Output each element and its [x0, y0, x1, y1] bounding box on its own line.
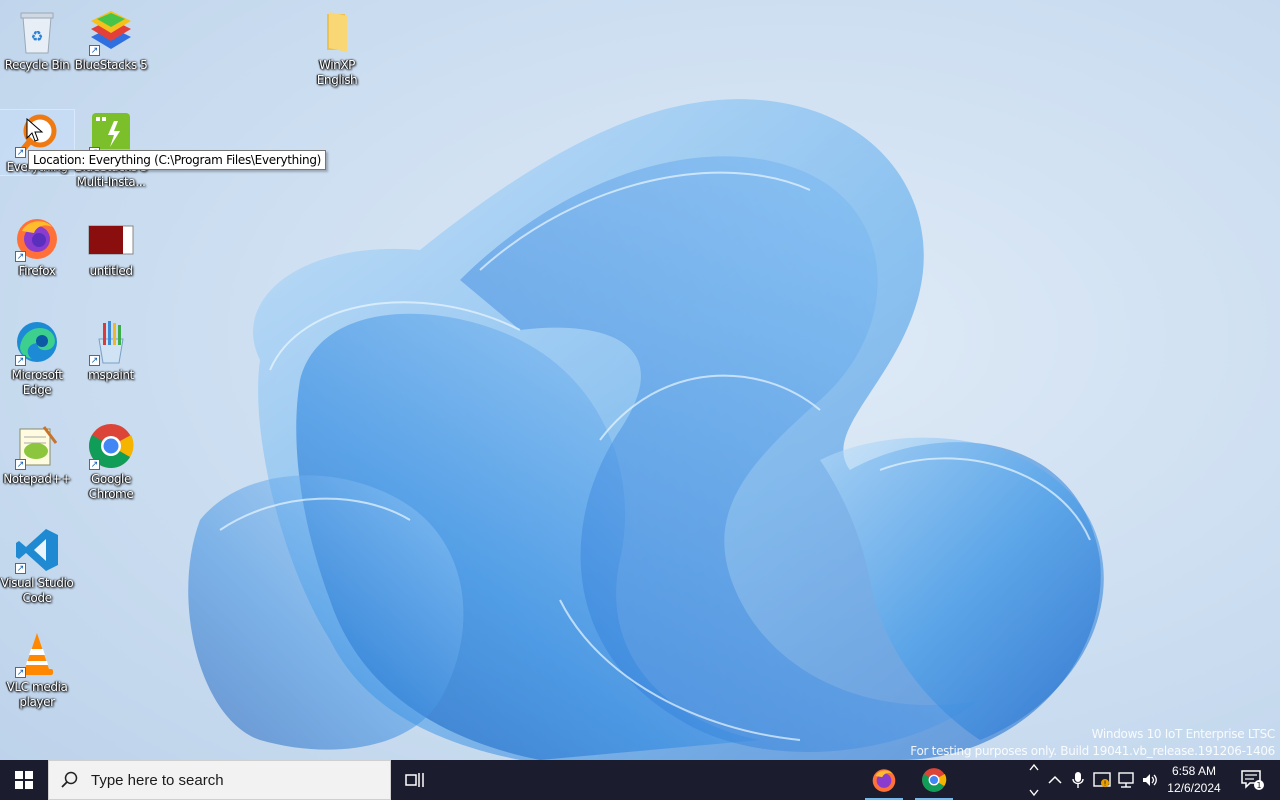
desktop-icon-label: Google Chrome	[88, 472, 134, 501]
shortcut-arrow-icon: ↗	[15, 251, 26, 262]
desktop-icon-microsoft-edge[interactable]: ↗ Microsoft Edge	[0, 318, 74, 398]
taskbar-app-chrome[interactable]	[910, 760, 958, 800]
desktop-icon-label: mspaint	[88, 368, 134, 382]
desktop-icon-label: Firefox	[18, 264, 56, 278]
desktop-icon-vlc[interactable]: ↗ VLC media player	[0, 630, 74, 710]
desktop-icon-label: BlueStacks 5	[74, 58, 148, 72]
network-icon	[1118, 772, 1134, 788]
action-center-button[interactable]: 1	[1232, 760, 1272, 800]
task-view-button[interactable]	[391, 760, 439, 800]
chevron-down-icon	[1029, 789, 1039, 797]
network-tray-button[interactable]	[1116, 770, 1136, 790]
show-hidden-icons-button[interactable]	[1045, 770, 1065, 790]
taskbar-search-box[interactable]: Type here to search	[48, 760, 391, 800]
desktop-icon-label: Visual Studio Code	[0, 576, 74, 605]
notification-icon: 1	[1241, 770, 1264, 790]
desktop-icon-label: WinXP English	[316, 58, 358, 87]
windows-logo-icon	[15, 771, 33, 789]
desktop-icon-notepadpp[interactable]: ↗ Notepad++	[0, 422, 74, 487]
taskbar-scroll[interactable]	[1026, 760, 1042, 800]
taskbar-clock[interactable]: 6:58 AM 12/6/2024	[1160, 760, 1228, 800]
windows-watermark: Windows 10 IoT Enterprise LTSC For testi…	[910, 726, 1275, 760]
document-icon	[88, 225, 134, 255]
taskbar-app-firefox[interactable]	[860, 760, 908, 800]
watermark-build: For testing purposes only. Build 19041.v…	[910, 744, 1275, 758]
microphone-icon	[1072, 772, 1084, 788]
shortcut-arrow-icon: ↗	[15, 355, 26, 366]
search-icon	[61, 771, 78, 788]
desktop-icon-untitled[interactable]: untitled	[74, 214, 148, 279]
security-icon: !	[1093, 772, 1111, 788]
desktop-icon-mspaint[interactable]: ↗ mspaint	[74, 318, 148, 383]
wallpaper-bloom	[188, 99, 1104, 760]
recycle-bin-icon: ♻	[20, 12, 54, 54]
search-placeholder: Type here to search	[91, 771, 224, 789]
tooltip: Location: Everything (C:\Program Files\E…	[28, 150, 327, 170]
security-tray-button[interactable]: !	[1092, 770, 1112, 790]
clock-time: 6:58 AM	[1171, 764, 1217, 778]
shortcut-arrow-icon: ↗	[15, 563, 26, 574]
desktop-icon-label: Notepad++	[3, 472, 71, 486]
notification-count: 1	[1256, 781, 1261, 790]
shortcut-arrow-icon: ↗	[15, 147, 26, 158]
microphone-tray-button[interactable]	[1068, 770, 1088, 790]
start-button[interactable]	[0, 760, 48, 800]
shortcut-arrow-icon: ↗	[15, 459, 26, 470]
desktop-icon-label: untitled	[89, 264, 133, 278]
chevron-up-icon	[1048, 775, 1062, 784]
desktop-icon-label: VLC media player	[6, 680, 68, 709]
shortcut-arrow-icon: ↗	[89, 45, 100, 56]
task-view-icon	[405, 773, 424, 787]
folder-icon	[327, 12, 347, 52]
shortcut-arrow-icon: ↗	[89, 459, 100, 470]
watermark-edition: Windows 10 IoT Enterprise LTSC	[1091, 727, 1276, 741]
desktop-icon-firefox[interactable]: ↗ Firefox	[0, 214, 74, 279]
chrome-icon	[922, 768, 947, 792]
desktop-icon-label: Recycle Bin	[4, 58, 70, 72]
svg-text:!: !	[1104, 780, 1107, 788]
clock-date: 12/6/2024	[1167, 781, 1221, 795]
svg-text:♻: ♻	[31, 29, 44, 45]
desktop-icon-bluestacks[interactable]: ↗ BlueStacks 5	[74, 8, 148, 73]
desktop-icon-recycle-bin[interactable]: ♻ Recycle Bin	[0, 8, 74, 73]
shortcut-arrow-icon: ↗	[89, 355, 100, 366]
taskbar: Type here to search ! 6:58 AM 12/6/2024 …	[0, 760, 1280, 800]
mouse-cursor-icon	[26, 118, 44, 142]
volume-tray-button[interactable]	[1140, 770, 1160, 790]
desktop-icon-vscode[interactable]: ↗ Visual Studio Code	[0, 526, 74, 606]
volume-icon	[1143, 774, 1157, 786]
firefox-icon	[872, 769, 896, 792]
desktop-icon-label: Microsoft Edge	[11, 368, 63, 397]
shortcut-arrow-icon: ↗	[15, 667, 26, 678]
desktop-icon-google-chrome[interactable]: ↗ Google Chrome	[74, 422, 148, 502]
chevron-up-icon	[1029, 763, 1039, 771]
desktop-icon-winxp-english[interactable]: WinXP English	[300, 8, 374, 88]
